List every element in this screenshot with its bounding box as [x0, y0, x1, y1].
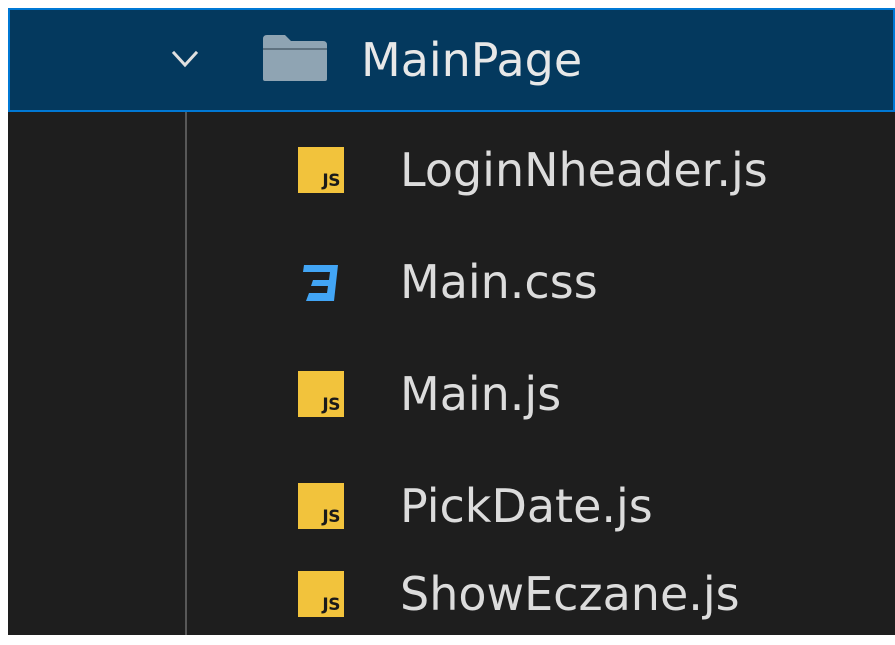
- file-item-loginnheader-js[interactable]: JS LoginNheader.js: [8, 114, 895, 226]
- file-name-label: Main.js: [400, 367, 562, 421]
- file-name-label: LoginNheader.js: [400, 143, 768, 197]
- file-item-main-css[interactable]: Main.css: [8, 226, 895, 338]
- file-item-main-js[interactable]: JS Main.js: [8, 338, 895, 450]
- folder-name-label: MainPage: [361, 33, 583, 87]
- javascript-icon: JS: [298, 147, 344, 193]
- javascript-icon: JS: [298, 571, 344, 617]
- file-explorer-tree: MainPage JS LoginNheader.js Main.css JS …: [8, 8, 895, 635]
- css3-icon: [303, 265, 338, 301]
- file-name-label: ShowEczane.js: [400, 567, 740, 621]
- file-item-showeczane-js[interactable]: JS ShowEczane.js: [8, 538, 895, 635]
- file-name-label: PickDate.js: [400, 479, 653, 533]
- file-name-label: Main.css: [400, 255, 598, 309]
- javascript-icon: JS: [298, 371, 344, 417]
- javascript-icon: JS: [298, 483, 344, 529]
- folder-open-icon: [263, 35, 327, 81]
- folder-item-mainpage[interactable]: MainPage: [8, 8, 895, 112]
- chevron-down-icon[interactable]: [170, 44, 200, 74]
